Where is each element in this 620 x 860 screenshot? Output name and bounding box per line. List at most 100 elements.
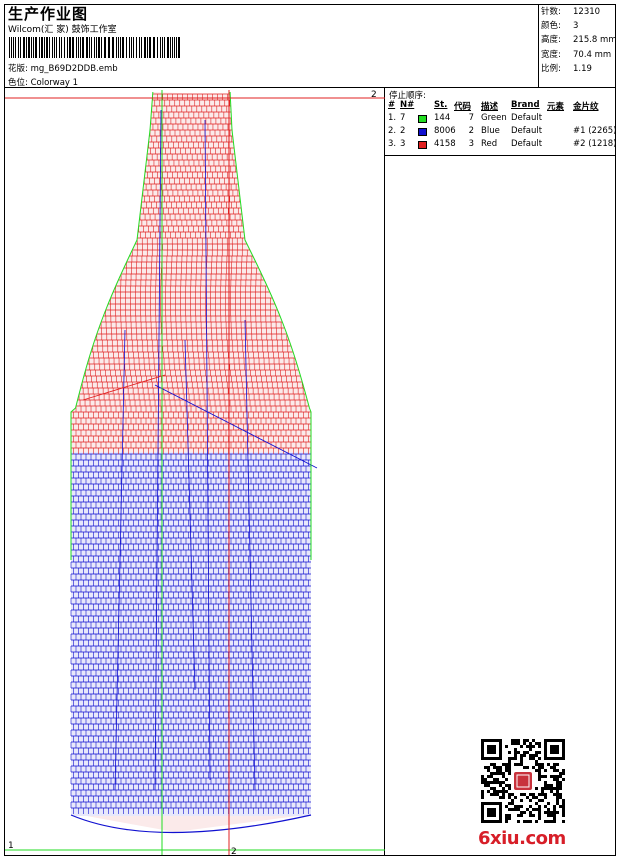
row-desc: Blue bbox=[481, 126, 500, 136]
barcode-bar bbox=[86, 37, 88, 58]
row-brand: Default bbox=[511, 139, 543, 149]
barcode-bar bbox=[174, 37, 175, 58]
barcode-bar bbox=[172, 37, 173, 58]
qr-module bbox=[535, 754, 538, 757]
barcode-bar bbox=[80, 37, 81, 58]
qr-module bbox=[511, 739, 514, 742]
embroidery-design-preview: 2 1 2 bbox=[5, 90, 385, 855]
qr-module bbox=[532, 754, 535, 757]
row-brand: Default bbox=[511, 113, 543, 123]
barcode-bar bbox=[13, 37, 14, 58]
qr-module bbox=[508, 757, 511, 760]
barcode-bar bbox=[54, 37, 55, 58]
barcode bbox=[9, 37, 180, 58]
qr-module bbox=[514, 742, 517, 745]
color-swatch bbox=[418, 115, 427, 123]
row-code: 7 bbox=[468, 113, 474, 123]
barcode-bar bbox=[15, 37, 16, 58]
header-divider bbox=[4, 87, 616, 88]
barcode-bar bbox=[78, 37, 79, 58]
qr-module bbox=[529, 748, 532, 751]
qr-module bbox=[535, 751, 538, 754]
qr-module bbox=[517, 742, 520, 745]
stats-panel: 针数: 12310 颜色: 3 高度: 215.8 mm 宽度: 70.4 mm 比例:… bbox=[541, 5, 617, 76]
qr-module bbox=[529, 745, 532, 748]
row-stitches: 8006 bbox=[434, 126, 456, 136]
row-brand: Default bbox=[511, 126, 543, 136]
qr-module bbox=[532, 745, 535, 748]
color-swatch bbox=[418, 141, 427, 149]
colorway-info: 色位: Colorway 1 bbox=[8, 76, 78, 88]
design-file-info: 花版: mg_B69D2DDB.emb bbox=[8, 62, 118, 74]
barcode-bar bbox=[170, 37, 171, 58]
qr-module bbox=[520, 757, 523, 760]
qr-module bbox=[490, 763, 493, 766]
row-index: 2. bbox=[388, 126, 397, 136]
qr-module bbox=[538, 742, 541, 745]
qr-module bbox=[529, 754, 532, 757]
row-desc: Red bbox=[481, 139, 498, 149]
barcode-bar bbox=[23, 37, 25, 58]
qr-module bbox=[529, 757, 532, 760]
page-title: 生产作业图 bbox=[8, 5, 89, 23]
barcode-bar bbox=[61, 37, 62, 58]
qr-module bbox=[517, 751, 520, 754]
barcode-bar bbox=[56, 37, 57, 58]
barcode-bar bbox=[162, 37, 163, 58]
barcode-bar bbox=[116, 37, 117, 58]
qr-module bbox=[538, 751, 541, 754]
row-sequin: #1 (2265) bbox=[573, 126, 617, 136]
barcode-bar bbox=[67, 37, 68, 58]
col-brand: Brand bbox=[511, 100, 540, 110]
table-divider bbox=[384, 155, 616, 156]
qr-module bbox=[526, 751, 529, 754]
barcode-bar bbox=[52, 37, 53, 58]
barcode-bar bbox=[44, 37, 45, 58]
barcode-bar bbox=[72, 37, 74, 58]
barcode-bar bbox=[167, 37, 169, 58]
row-n: 2 bbox=[400, 126, 406, 136]
barcode-bar bbox=[98, 37, 100, 58]
barcode-bar bbox=[139, 37, 140, 58]
barcode-bar bbox=[64, 37, 65, 58]
col-code: 代码 bbox=[454, 102, 472, 112]
barcode-bar bbox=[141, 37, 142, 58]
barcode-bar bbox=[31, 37, 32, 58]
qr-module bbox=[508, 751, 511, 754]
qr-module bbox=[535, 742, 538, 745]
qr-module bbox=[532, 739, 535, 742]
barcode-bar bbox=[82, 37, 84, 58]
colorway-value: Colorway 1 bbox=[30, 78, 79, 88]
qr-module bbox=[538, 757, 541, 760]
barcode-bar bbox=[96, 37, 97, 58]
qr-module bbox=[511, 757, 514, 760]
barcode-bar bbox=[20, 37, 21, 58]
barcode-bar bbox=[76, 37, 77, 58]
barcode-bar bbox=[164, 37, 165, 58]
qr-module bbox=[523, 754, 526, 757]
col-sequin: 金片纹 bbox=[573, 102, 599, 112]
barcode-bar bbox=[178, 37, 180, 58]
qr-module bbox=[526, 739, 529, 742]
row-desc: Green bbox=[481, 113, 507, 123]
barcode-bar bbox=[101, 37, 102, 58]
qr-module bbox=[505, 745, 508, 748]
row-sequin: #2 (1218) bbox=[573, 139, 617, 149]
row-n: 3 bbox=[400, 139, 406, 149]
col-hash: # bbox=[388, 100, 396, 110]
barcode-bar bbox=[49, 37, 50, 58]
company-name: Wilcom(汇 家) 鼓饰工作室 bbox=[8, 25, 117, 35]
qr-module bbox=[508, 760, 511, 763]
stat-colors: 颜色: 3 bbox=[541, 21, 579, 32]
barcode-bar bbox=[131, 37, 132, 58]
barcode-bar bbox=[69, 37, 71, 58]
col-st: St. bbox=[434, 100, 448, 110]
barcode-bar bbox=[144, 37, 146, 58]
qr-module bbox=[523, 739, 526, 742]
qr-module bbox=[523, 751, 526, 754]
qr-code bbox=[481, 739, 565, 823]
barcode-bar bbox=[9, 37, 10, 58]
barcode-bar bbox=[133, 37, 134, 58]
qr-module bbox=[520, 745, 523, 748]
col-element: 元素 bbox=[547, 102, 565, 112]
